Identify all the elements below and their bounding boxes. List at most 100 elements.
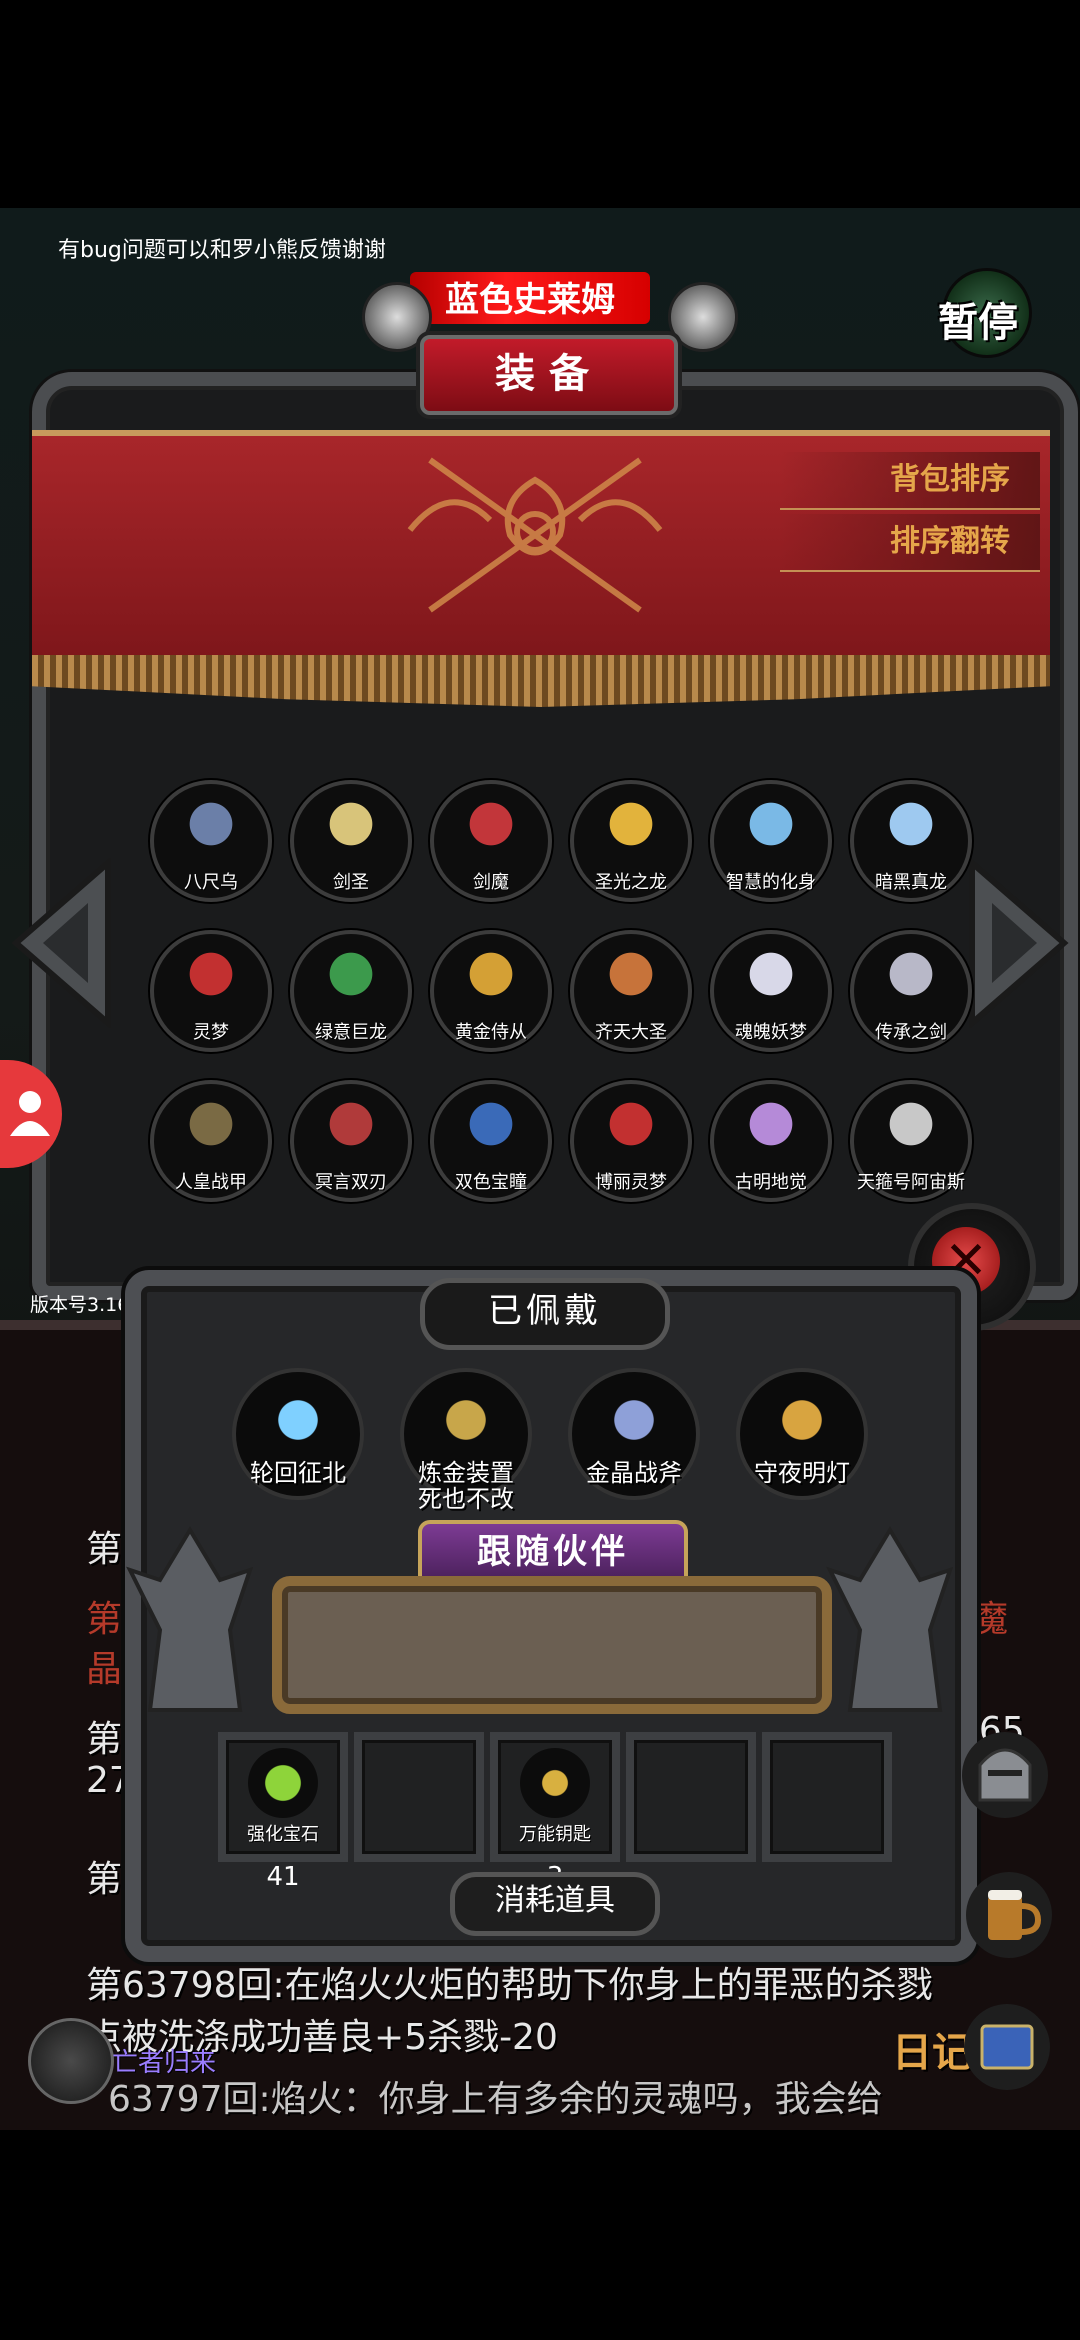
partner-slot[interactable] — [272, 1576, 832, 1714]
equipment-slot[interactable]: 传承之剑 — [850, 930, 972, 1052]
key-icon — [520, 1748, 590, 1818]
equipment-slot[interactable]: 魂魄妖梦 — [710, 930, 832, 1052]
equipment-label: 剑魔 — [473, 872, 509, 893]
equipment-label: 传承之剑 — [875, 1022, 947, 1043]
version-label: 版本号3.16 — [30, 1294, 130, 1316]
pause-label: 暂停 — [938, 300, 1018, 346]
previous-page-arrow-icon[interactable] — [8, 858, 118, 1028]
equipment-slot[interactable]: 绿意巨龙 — [290, 930, 412, 1052]
mech-icon — [881, 1100, 941, 1160]
worn-item-label: 金晶战斧 — [586, 1459, 682, 1487]
diary-label[interactable]: 日记 — [892, 2020, 972, 2078]
consumable-slot[interactable]: 强化宝石 41 — [218, 1732, 348, 1892]
equipment-slot[interactable]: 剑魔 — [430, 780, 552, 902]
equipment-label: 黄金侍从 — [455, 1022, 527, 1043]
log-line-3: 63797回:焰火：你身上有多余的灵魂吗，我会给 — [108, 2079, 883, 2120]
equipment-slot[interactable]: 双色宝瞳 — [430, 1080, 552, 1202]
equipment-label: 冥言双刃 — [315, 1172, 387, 1193]
log-fragment: 晶 — [86, 1649, 123, 1690]
equipment-label: 剑圣 — [333, 872, 369, 893]
alchemy-flask-icon — [432, 1386, 500, 1454]
equipment-label: 天箍号阿宙斯 — [857, 1172, 965, 1193]
dark-dragon-icon — [881, 800, 941, 860]
log-fragment: 第 — [86, 1719, 123, 1760]
reimu-icon — [181, 950, 241, 1010]
log-fragment: 第 — [86, 1859, 123, 1900]
equipment-slot[interactable]: 古明地觉 — [710, 1080, 832, 1202]
wisdom-avatar-icon — [741, 800, 801, 860]
equipment-slot[interactable]: 人皇战甲 — [150, 1080, 272, 1202]
lantern-icon — [768, 1386, 836, 1454]
golden-attendant-icon — [461, 950, 521, 1010]
player-avatar[interactable] — [28, 2018, 114, 2104]
equipment-label: 魂魄妖梦 — [735, 1022, 807, 1043]
consumable-label: 强化宝石 — [247, 1824, 319, 1845]
next-page-arrow-icon[interactable] — [962, 858, 1072, 1028]
equipment-slot[interactable]: 剑圣 — [290, 780, 412, 902]
crow-icon — [181, 800, 241, 860]
pause-button[interactable]: 暂停 — [938, 268, 1038, 358]
green-dragon-icon — [321, 950, 381, 1010]
emperor-armor-icon — [181, 1100, 241, 1160]
sword-saint-icon — [321, 800, 381, 860]
equipment-slot[interactable]: 智慧的化身 — [710, 780, 832, 902]
feedback-notice: 有bug问题可以和罗小熊反馈谢谢 — [58, 238, 386, 263]
skull-ornament-icon — [668, 282, 738, 352]
diary-book-icon[interactable] — [962, 2002, 1052, 2092]
worn-item-label: 轮回征北 — [250, 1459, 346, 1487]
log-line-1: 第63798回:在焰火火炬的帮助下你身上的罪恶的杀戮 — [86, 1965, 933, 2006]
equipment-label: 暗黑真龙 — [875, 872, 947, 893]
equipment-slot[interactable]: 冥言双刃 — [290, 1080, 412, 1202]
worn-title: 已佩戴 — [420, 1278, 670, 1350]
hakurei-reimu-icon — [601, 1100, 661, 1160]
crossed-swords-crest-icon — [407, 457, 663, 613]
dragon-statue-right-icon — [826, 1526, 954, 1712]
beer-mug-icon[interactable] — [964, 1870, 1054, 1960]
worn-item-slot[interactable]: 金晶战斧 — [568, 1368, 700, 1500]
equipment-label: 绿意巨龙 — [315, 1022, 387, 1043]
log-fragment: 第 — [86, 1529, 123, 1570]
worn-item-slot[interactable]: 炼金装置 死也不改 — [400, 1368, 532, 1512]
worn-item-label: 守夜明灯 — [754, 1459, 850, 1487]
knight-helmet-icon[interactable] — [960, 1730, 1050, 1820]
green-gem-icon — [248, 1748, 318, 1818]
consumables-title: 消耗道具 — [450, 1872, 660, 1936]
equipment-label: 智慧的化身 — [726, 872, 816, 893]
youmu-icon — [741, 950, 801, 1010]
equipment-slot[interactable]: 圣光之龙 — [570, 780, 692, 902]
equipment-label: 齐天大圣 — [595, 1022, 667, 1043]
ice-mace-icon — [264, 1386, 332, 1454]
equipment-slot[interactable]: 博丽灵梦 — [570, 1080, 692, 1202]
worn-item-label: 炼金装置 死也不改 — [418, 1459, 514, 1513]
battle-axe-icon — [600, 1386, 668, 1454]
consumable-count: 41 — [266, 1862, 300, 1892]
equipment-slot[interactable]: 天箍号阿宙斯 — [850, 1080, 972, 1202]
consumable-slot[interactable]: 万能钥匙3 — [490, 1732, 620, 1892]
consumable-slot[interactable] — [626, 1732, 756, 1862]
equipment-slot[interactable]: 八尺乌 — [150, 780, 272, 902]
backpack-sort-button[interactable]: 背包排序 — [780, 452, 1040, 510]
consumable-label: 万能钥匙 — [519, 1824, 591, 1845]
log-fragment: 第 — [86, 1599, 123, 1640]
legacy-sword-icon — [881, 950, 941, 1010]
equipment-label: 双色宝瞳 — [455, 1172, 527, 1193]
worn-item-slot[interactable]: 轮回征北 — [232, 1368, 364, 1500]
consumable-slot[interactable] — [354, 1732, 484, 1862]
equipment-slot[interactable]: 齐天大圣 — [570, 930, 692, 1052]
equipment-label: 圣光之龙 — [595, 872, 667, 893]
sword-demon-icon — [461, 800, 521, 860]
equipment-slot[interactable]: 黄金侍从 — [430, 930, 552, 1052]
reverse-sort-button[interactable]: 排序翻转 — [780, 514, 1040, 572]
panel-title: 装备 — [420, 335, 678, 415]
equipment-slot[interactable]: 暗黑真龙 — [850, 780, 972, 902]
worn-item-slot[interactable]: 守夜明灯 — [736, 1368, 868, 1500]
equipment-slot[interactable]: 灵梦 — [150, 930, 272, 1052]
consumable-slot[interactable] — [762, 1732, 892, 1862]
equipment-label: 八尺乌 — [184, 872, 238, 893]
equipment-label: 灵梦 — [193, 1022, 229, 1043]
holy-dragon-icon — [601, 800, 661, 860]
equipment-label: 博丽灵梦 — [595, 1172, 667, 1193]
satori-icon — [741, 1100, 801, 1160]
monkey-king-icon — [601, 950, 661, 1010]
twin-blades-icon — [321, 1100, 381, 1160]
